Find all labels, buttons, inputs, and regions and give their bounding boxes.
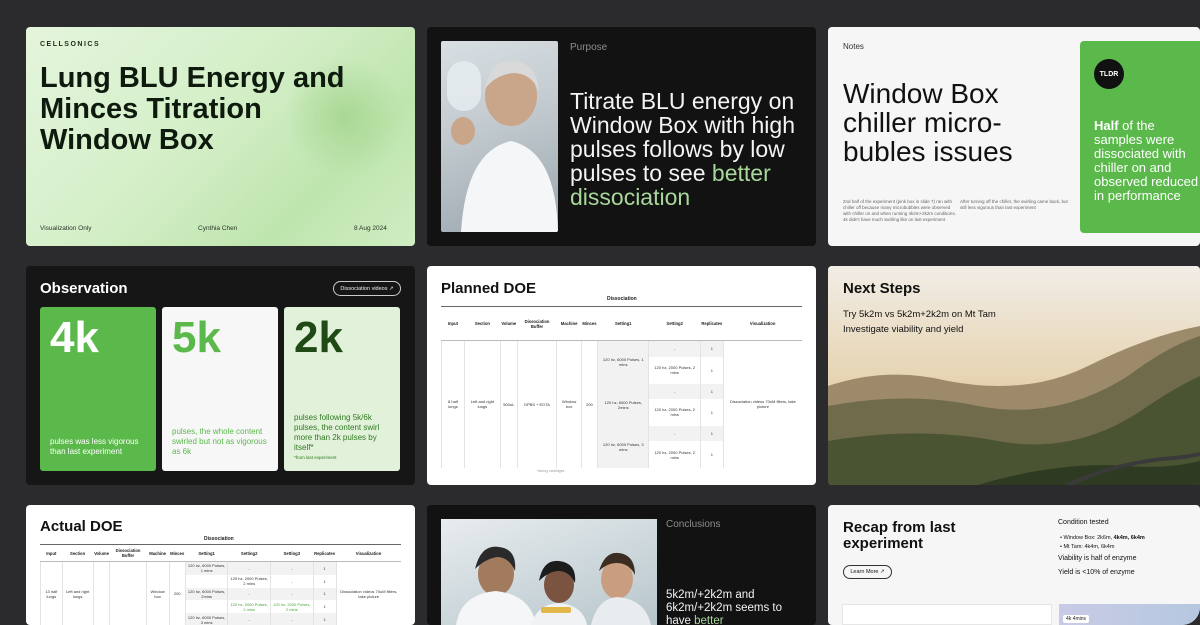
table-footnote: *during cartridges — [537, 469, 565, 473]
observation-card-5k: 5k pulses, the whole content swirled but… — [162, 307, 278, 471]
observation-number: 5k — [172, 313, 221, 362]
observation-number: 2k — [294, 313, 343, 362]
slide-purpose[interactable]: Purpose Titrate BLU energy on Window Box… — [427, 27, 816, 246]
mountain-landscape-image — [828, 266, 1200, 485]
actual-doe-table: Input Section Volume Dissociation Buffer Ma… — [40, 546, 401, 625]
company-logo: CELLSONICS — [40, 41, 101, 48]
footer-author: Cynthia Chen — [198, 225, 238, 232]
learn-more-button[interactable]: Learn More ↗ — [843, 565, 892, 579]
next-steps-title: Next Steps — [843, 280, 921, 297]
table-rule — [441, 306, 802, 307]
observation-caption: pulses following 5k/6k pulses, the conte… — [294, 413, 394, 463]
section-label: Notes — [843, 42, 864, 51]
slide-next-steps[interactable]: Next Steps Try 5k2m vs 5k2m+2k2m on Mt T… — [828, 266, 1200, 485]
table-group-header: Dissociation — [204, 536, 234, 542]
planned-doe-title: Planned DOE — [441, 280, 537, 297]
slide-grid: CELLSONICS Lung BLU Energy and Minces Ti… — [0, 0, 1200, 625]
section-label: Purpose — [570, 42, 608, 53]
table-rule — [40, 544, 401, 545]
actual-doe-title: Actual DOE — [40, 518, 123, 535]
condition-list: • Window Box: 2k6m, 4k4m, 6k4m • Mt Tam:… — [1060, 535, 1145, 553]
slide-conclusions[interactable]: Conclusions 5k2m/+2k2m and 6k2m/+2k2m se… — [427, 505, 816, 625]
observation-card-4k: 4k pulses was less vigorous than last ex… — [40, 307, 156, 471]
slide-recap[interactable]: Recap from last experiment Learn More ↗ … — [828, 505, 1200, 625]
mini-chart-thumbnail — [842, 604, 1052, 625]
observation-number: 4k — [50, 313, 99, 362]
footer-date: 8 Aug 2024 — [354, 225, 387, 232]
slide-title-heading: Lung BLU Energy and Minces Titration Win… — [40, 62, 345, 156]
observation-card-2k: 2k pulses following 5k/6k pulses, the co… — [284, 307, 400, 471]
slide-actual-doe[interactable]: Actual DOE Dissociation Input Section Volu… — [26, 505, 415, 625]
next-step-item: Investigate viability and yield — [843, 324, 964, 335]
slide-title[interactable]: CELLSONICS Lung BLU Energy and Minces Ti… — [26, 27, 415, 246]
notes-title: Window Box chiller micro-bubles issues — [843, 78, 1013, 167]
slide-observation[interactable]: Observation Dissociation videos ↗ 4k pul… — [26, 266, 415, 485]
dissociation-videos-button[interactable]: Dissociation videos ↗ — [333, 281, 401, 296]
next-step-item: Try 5k2m vs 5k2m+2k2m on Mt Tam — [843, 309, 996, 320]
note-text-1: 2nd half of the experiment (pink box in … — [843, 199, 956, 222]
slide-notes[interactable]: Notes Window Box chiller micro-bubles is… — [828, 27, 1200, 246]
slide-planned-doe[interactable]: Planned DOE Dissociation Input Section Vol… — [427, 266, 816, 485]
condition-item: • Mt Tam: 4k4m, 6k4m — [1060, 544, 1115, 550]
section-label: Conclusions — [666, 519, 721, 530]
observation-title: Observation — [40, 280, 128, 297]
conclusion-highlight: better — [694, 615, 724, 625]
condition-item: • Window Box: 2k6m, 4k4m, 6k4m — [1060, 535, 1145, 541]
table-row: 8 half lungs Left and right lungs 500uL … — [441, 340, 802, 468]
yield-text: Yield is <10% of enzyme — [1058, 569, 1135, 576]
recap-title: Recap from last experiment — [843, 519, 956, 552]
observation-footnote: *from last experiment — [294, 455, 337, 460]
condition-label: Condition tested — [1058, 519, 1109, 526]
scientist-photo — [441, 41, 558, 232]
image-tag: 4k 4mins — [1063, 615, 1090, 623]
tldr-text: Half of the samples were dissociated wit… — [1094, 118, 1199, 203]
purpose-text: Titrate BLU energy on Window Box with hi… — [570, 88, 795, 210]
planned-doe-table: Input Section Volume Dissociation Buffer Ma… — [441, 308, 802, 468]
scientists-photo — [441, 519, 657, 625]
note-text-2: After turning off the chiller, the swirl… — [960, 199, 1068, 210]
observation-caption: pulses, the whole content swirled but no… — [172, 427, 267, 456]
viability-text: Viability is half of enzyme — [1058, 555, 1137, 562]
observation-caption: pulses was less vigorous than last exper… — [50, 437, 139, 456]
table-group-header: Dissociation — [607, 296, 637, 302]
conclusion-text: 5k2m/+2k2m and 6k2m/+2k2m seems to have … — [666, 589, 783, 625]
footer-visualization: Visualization Only — [40, 225, 92, 232]
table-row: 13 half lungs Left and right lungs Windo… — [40, 561, 401, 625]
tldr-panel: TLDR Half of the samples were dissociate… — [1080, 41, 1200, 233]
tldr-badge: TLDR — [1094, 59, 1124, 89]
